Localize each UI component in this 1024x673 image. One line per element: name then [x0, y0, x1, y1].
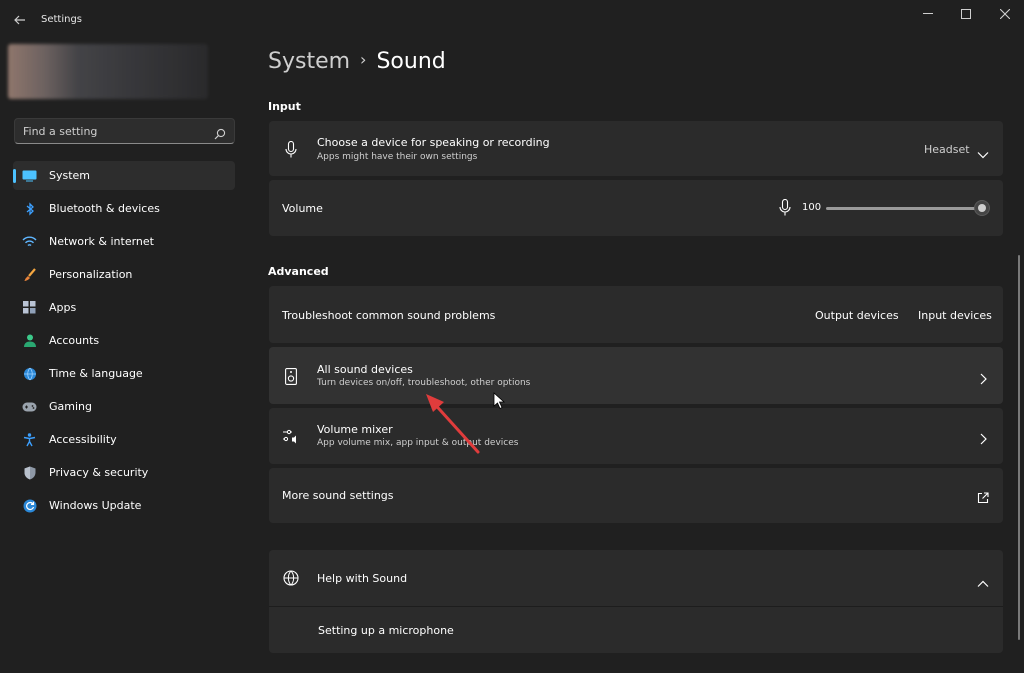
sidebar-item-label: Privacy & security [49, 466, 149, 479]
maximize-icon[interactable] [948, 4, 984, 24]
volume-slider-thumb[interactable] [974, 200, 990, 216]
sidebar-item-label: Apps [49, 301, 77, 314]
search-placeholder: Find a setting [23, 125, 98, 138]
troubleshoot-card: Troubleshoot common sound problems Outpu… [269, 286, 1003, 343]
external-link-icon[interactable] [977, 489, 989, 504]
close-icon[interactable] [987, 4, 1023, 24]
sidebar-item-label: Personalization [49, 268, 133, 281]
shield-icon [22, 465, 37, 480]
sidebar-item-accessibility[interactable]: Accessibility [13, 425, 235, 454]
output-devices-link[interactable]: Output devices [815, 309, 899, 322]
help-with-sound-title: Help with Sound [317, 572, 408, 585]
all-sound-devices-subtitle: Turn devices on/off, troubleshoot, other… [317, 378, 531, 388]
input-device-subtitle: Apps might have their own settings [317, 152, 478, 162]
sidebar-item-accounts[interactable]: Accounts [13, 326, 235, 355]
sidebar-item-label: System [49, 169, 91, 182]
sidebar-item-apps[interactable]: Apps [13, 293, 235, 322]
volume-mixer-card[interactable]: Volume mixer App volume mix, app input &… [269, 408, 1003, 464]
minimize-icon[interactable] [910, 4, 946, 24]
more-sound-settings-label: More sound settings [282, 489, 394, 502]
help-with-sound-header[interactable]: Help with Sound [269, 550, 1003, 606]
volume-mixer-title: Volume mixer [317, 423, 393, 436]
back-arrow-icon[interactable] [10, 10, 30, 30]
chevron-right-icon[interactable] [977, 370, 989, 385]
app-title: Settings [41, 14, 83, 25]
volume-slider-track[interactable] [826, 207, 982, 210]
volume-mixer-subtitle: App volume mix, app input & output devic… [317, 438, 519, 448]
input-devices-link[interactable]: Input devices [918, 309, 992, 322]
chevron-down-icon[interactable] [977, 144, 989, 159]
input-volume-label: Volume [282, 202, 323, 215]
divider [269, 606, 1003, 607]
sidebar-item-label: Time & language [49, 367, 143, 380]
mixer-icon [283, 427, 299, 445]
monitor-icon [22, 168, 37, 183]
all-sound-devices-card[interactable]: All sound devices Turn devices on/off, t… [269, 347, 1003, 404]
user-profile-avatar[interactable] [8, 44, 208, 99]
section-label-input: Input [268, 100, 301, 113]
all-sound-devices-title: All sound devices [317, 363, 413, 376]
help-with-sound-panel: Help with Sound Setting up a microphone [269, 550, 1003, 653]
globe-clock-icon [22, 366, 37, 381]
wifi-icon [22, 234, 37, 249]
sidebar-item-label: Windows Update [49, 499, 142, 512]
page-title: Sound [376, 49, 446, 74]
sidebar-item-time-language[interactable]: Time & language [13, 359, 235, 388]
active-indicator [13, 169, 16, 183]
chevron-right-icon[interactable] [977, 430, 989, 445]
sidebar-item-privacy-security[interactable]: Privacy & security [13, 458, 235, 487]
update-icon [22, 498, 37, 513]
gamepad-icon [22, 399, 37, 414]
section-label-advanced: Advanced [268, 265, 329, 278]
person-icon [22, 333, 37, 348]
breadcrumb-parent[interactable]: System [268, 49, 350, 74]
scrollbar[interactable] [1018, 255, 1020, 640]
accessibility-icon [22, 432, 37, 447]
search-icon[interactable] [214, 125, 226, 140]
input-volume-value: 100 [802, 202, 822, 213]
apps-grid-icon [22, 300, 37, 315]
sidebar-item-label: Accounts [49, 334, 100, 347]
sidebar-item-personalization[interactable]: Personalization [13, 260, 235, 289]
sidebar-item-label: Gaming [49, 400, 92, 413]
sidebar-item-bluetooth[interactable]: Bluetooth & devices [13, 194, 235, 223]
chevron-up-icon[interactable] [977, 573, 989, 587]
microphone-icon [283, 140, 299, 158]
bluetooth-icon [22, 201, 37, 216]
input-volume-card: Volume 100 [269, 180, 1003, 236]
input-device-title: Choose a device for speaking or recordin… [317, 136, 550, 149]
sidebar-item-windows-update[interactable]: Windows Update [13, 491, 235, 520]
input-device-dropdown-value[interactable]: Headset [924, 143, 970, 156]
troubleshoot-label: Troubleshoot common sound problems [282, 309, 496, 322]
sidebar-item-label: Bluetooth & devices [49, 202, 160, 215]
sidebar-item-gaming[interactable]: Gaming [13, 392, 235, 421]
search-input[interactable]: Find a setting [14, 118, 235, 144]
more-sound-settings-card[interactable]: More sound settings [269, 468, 1003, 523]
brush-icon [22, 267, 37, 282]
sidebar-item-label: Network & internet [49, 235, 154, 248]
input-device-card[interactable]: Choose a device for speaking or recordin… [269, 121, 1003, 176]
microphone-icon[interactable] [779, 198, 791, 216]
sidebar: Find a setting System Bluetooth & device… [0, 40, 250, 673]
sidebar-item-label: Accessibility [49, 433, 117, 446]
setting-up-microphone-link[interactable]: Setting up a microphone [318, 624, 454, 637]
breadcrumb-separator: › [360, 50, 367, 69]
sidebar-item-system[interactable]: System [13, 161, 235, 190]
globe-icon [283, 569, 299, 587]
breadcrumb: System › Sound [268, 49, 446, 74]
sidebar-item-network[interactable]: Network & internet [13, 227, 235, 256]
title-bar: Settings [0, 0, 1024, 40]
speaker-icon [283, 367, 299, 385]
